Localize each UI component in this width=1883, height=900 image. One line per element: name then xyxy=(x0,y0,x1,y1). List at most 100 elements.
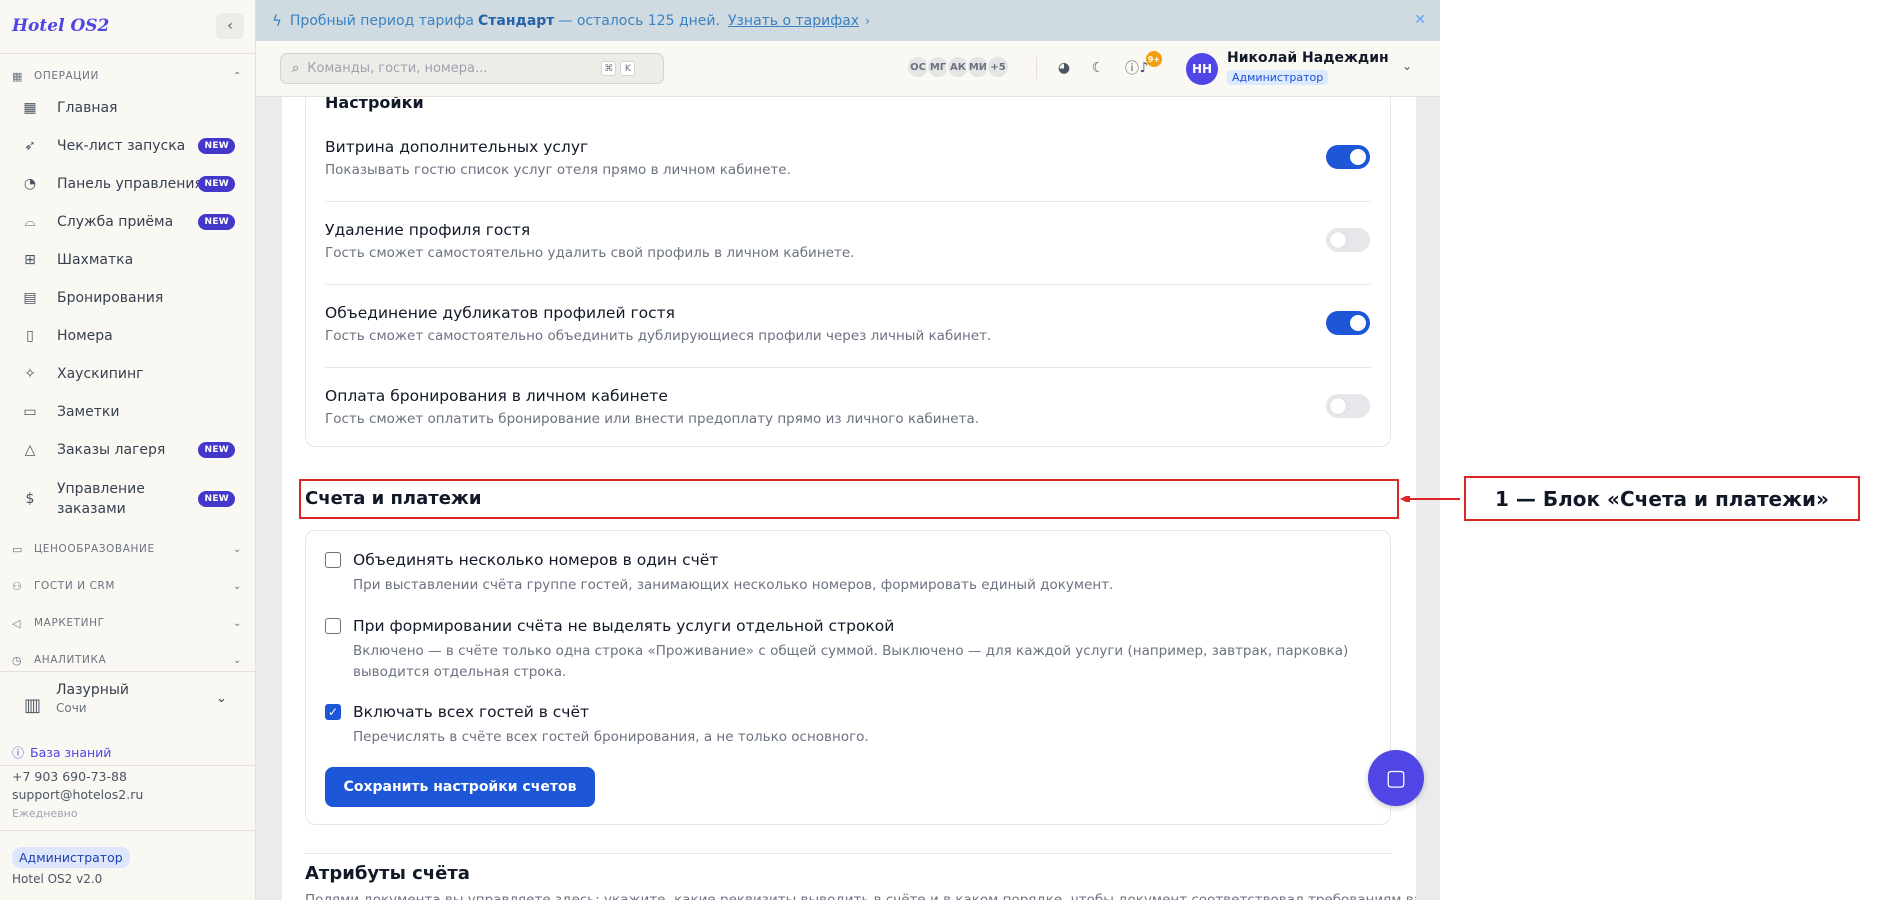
new-badge: NEW xyxy=(198,491,235,507)
sidebar-item-label: Заказы лагеря xyxy=(57,442,166,458)
chevron-left-icon: ‹ xyxy=(227,18,233,34)
sidebar-item-home[interactable]: ▦ Главная xyxy=(10,98,246,118)
trial-banner: ϟ Пробный период тарифа Стандарт — остал… xyxy=(256,0,1440,41)
checkbox[interactable]: ✓ xyxy=(325,704,341,720)
checkbox[interactable] xyxy=(325,552,341,568)
building-icon: ▥ xyxy=(24,695,42,716)
checkbox[interactable] xyxy=(325,618,341,634)
order-icon: $ xyxy=(25,491,35,507)
knowledge-base-label: База знаний xyxy=(30,745,112,760)
sidebar-item-label: Панель управления xyxy=(57,176,203,192)
palette-icon[interactable]: ◕ xyxy=(1052,56,1076,80)
chevron-down-icon: ⌄ xyxy=(216,691,227,706)
chevron-down-icon: ⌄ xyxy=(233,580,242,592)
divider xyxy=(0,830,256,831)
section-marketing[interactable]: ◁ МАРКЕТИНГ ⌄ xyxy=(12,614,242,632)
app-window: Hotel OS2 ‹ ▦ ОПЕРАЦИИ ⌃ ▦ Главная ➶ Чек… xyxy=(0,0,1440,900)
sidebar-item-camp-orders[interactable]: △ Заказы лагеря NEW xyxy=(10,440,246,460)
chevron-right-icon: › xyxy=(865,13,870,28)
lightning-icon: ϟ xyxy=(272,11,282,30)
shortcut-key: K xyxy=(620,61,636,76)
search-box[interactable]: ⌕ ⌘ K xyxy=(280,53,664,84)
sidebar-item-control-panel[interactable]: ◔ Панель управления NEW xyxy=(10,174,246,194)
option-title: Включать всех гостей в счёт xyxy=(353,703,590,721)
hotel-city: Сочи xyxy=(56,701,87,715)
door-icon: ▯ xyxy=(26,328,34,344)
divider xyxy=(0,765,256,766)
annotation-callout: 1 — Блок «Счета и платежи» xyxy=(1464,476,1860,521)
banner-plan: Стандарт xyxy=(478,12,555,29)
sidebar-item-rooms[interactable]: ▯ Номера xyxy=(10,326,246,346)
sidebar-item-notes[interactable]: ▭ Заметки xyxy=(10,402,246,422)
option-description: При выставлении счёта группе гостей, зан… xyxy=(353,577,1114,593)
sidebar-item-bookings[interactable]: ▤ Бронирования xyxy=(10,288,246,308)
toggle-switch[interactable] xyxy=(1326,311,1370,335)
option-description: Включено — в счёте только одна строка «П… xyxy=(353,643,1349,680)
option-title: Объединять несколько номеров в один счёт xyxy=(353,551,719,569)
brand-logo[interactable]: Hotel OS2 xyxy=(12,16,109,36)
collapse-sidebar-button[interactable]: ‹ xyxy=(216,13,244,39)
notification-badge: 9+ xyxy=(1146,51,1162,67)
banner-text: Пробный период тарифа xyxy=(289,12,474,29)
sidebar-item-label: Управление заказами xyxy=(57,479,145,519)
save-invoice-settings-button[interactable]: Сохранить настройки счетов xyxy=(325,767,595,807)
section-analytics[interactable]: ◷ АНАЛИТИКА ⌄ xyxy=(12,651,242,669)
settings-title: Настройки xyxy=(325,97,424,112)
avatar[interactable]: НН xyxy=(1186,53,1218,85)
attributes-section-title: Атрибуты счёта xyxy=(305,863,470,884)
support-email[interactable]: support@hotelos2.ru xyxy=(12,787,143,802)
moon-icon[interactable]: ☾ xyxy=(1086,56,1110,80)
setting-description: Гость сможет оплатить бронирование или в… xyxy=(325,411,980,427)
toggle-knob xyxy=(1350,315,1366,331)
annotation-arrow xyxy=(1400,496,1460,502)
sidebar-item-order-management[interactable]: $ Управление заказами NEW xyxy=(10,478,246,520)
section-label: МАРКЕТИНГ xyxy=(34,617,105,629)
user-name[interactable]: Николай Надеждин xyxy=(1227,50,1389,66)
clipboard-icon: ▤ xyxy=(23,290,37,306)
online-users[interactable]: ОС МГ АК МИ +5 xyxy=(906,55,1010,79)
section-label: ЦЕНООБРАЗОВАНИЕ xyxy=(34,543,155,555)
toggle-knob xyxy=(1330,232,1346,248)
toggle-switch[interactable] xyxy=(1326,228,1370,252)
user-role-badge: Администратор xyxy=(1227,70,1329,85)
note-icon: ▭ xyxy=(23,404,37,420)
toggle-switch[interactable] xyxy=(1326,145,1370,169)
setting-title: Объединение дубликатов профилей гостя xyxy=(325,304,675,322)
setting-description: Гость сможет самостоятельно объединить д… xyxy=(325,328,992,344)
setting-title: Удаление профиля гостя xyxy=(325,221,531,239)
knowledge-base-link[interactable]: ⓘ База знаний xyxy=(12,744,111,761)
help-circle-icon: ⓘ xyxy=(12,746,25,760)
search-input[interactable] xyxy=(307,61,598,76)
reception-bell-icon: ⌓ xyxy=(24,214,36,230)
divider xyxy=(325,367,1371,368)
new-badge: NEW xyxy=(198,214,235,230)
close-icon[interactable]: ✕ xyxy=(1414,12,1426,28)
pricing-link[interactable]: Узнать о тарифах xyxy=(728,13,859,29)
label-line-2: заказами xyxy=(57,501,126,517)
main-content: Настройки Витрина дополнительных услуг П… xyxy=(282,97,1416,900)
card-icon: ▭ xyxy=(12,542,23,556)
chart-icon: ◷ xyxy=(12,653,23,667)
support-phone[interactable]: +7 903 690-73-88 xyxy=(12,769,127,784)
new-badge: NEW xyxy=(198,442,235,458)
sidebar-item-label: Хаускипинг xyxy=(57,366,144,382)
section-guests-crm[interactable]: ⚇ ГОСТИ И CRM ⌄ xyxy=(12,577,242,595)
label-line-1: Управление xyxy=(57,481,145,497)
sidebar-item-front-desk[interactable]: ⌓ Служба приёма NEW xyxy=(10,212,246,232)
checkmark-icon: ✓ xyxy=(327,705,339,719)
sidebar-item-chessboard[interactable]: ⊞ Шахматка xyxy=(10,250,246,270)
sidebar-item-launch-checklist[interactable]: ➶ Чек-лист запуска NEW xyxy=(10,136,246,156)
option-description: Перечислять в счёте всех гостей брониров… xyxy=(353,729,869,745)
chevron-down-icon[interactable]: ⌄ xyxy=(1402,59,1412,73)
toggle-knob xyxy=(1330,398,1346,414)
option-title: При формировании счёта не выделять услуг… xyxy=(353,617,895,635)
sidebar-item-housekeeping[interactable]: ✧ Хаускипинг xyxy=(10,364,246,384)
divider xyxy=(305,853,1391,854)
section-pricing[interactable]: ▭ ЦЕНООБРАЗОВАНИЕ ⌄ xyxy=(12,540,242,558)
more-users-count[interactable]: +5 xyxy=(986,55,1010,79)
toggle-switch[interactable] xyxy=(1326,394,1370,418)
divider xyxy=(325,284,1371,285)
sparkle-icon: ✧ xyxy=(24,366,36,382)
section-operations[interactable]: ▦ ОПЕРАЦИИ ⌃ xyxy=(12,67,242,85)
chat-button[interactable]: ▢ xyxy=(1368,750,1424,806)
